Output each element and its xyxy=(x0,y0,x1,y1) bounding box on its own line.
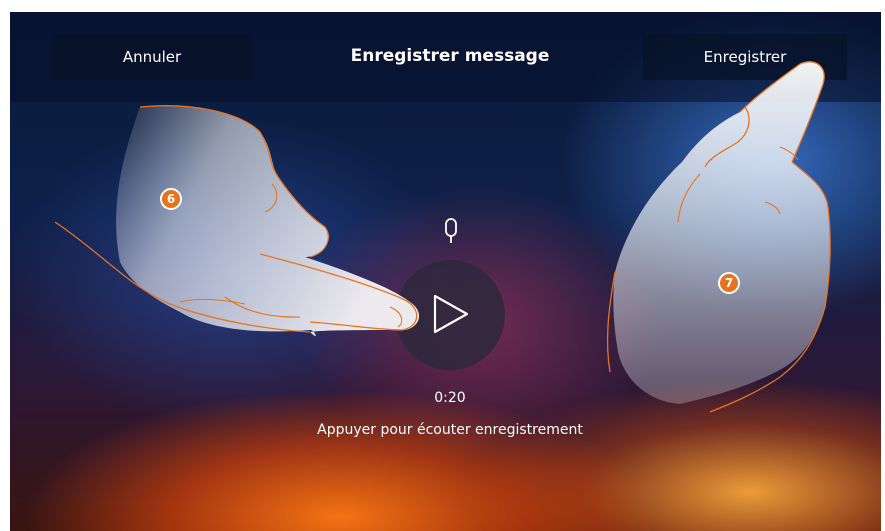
step-badge-6: 6 xyxy=(160,188,182,210)
step-badge-7: 7 xyxy=(718,272,740,294)
right-hand-illustration xyxy=(606,61,831,413)
device-screen: Annuler Enregistrer message Enregistrer … xyxy=(10,12,881,531)
